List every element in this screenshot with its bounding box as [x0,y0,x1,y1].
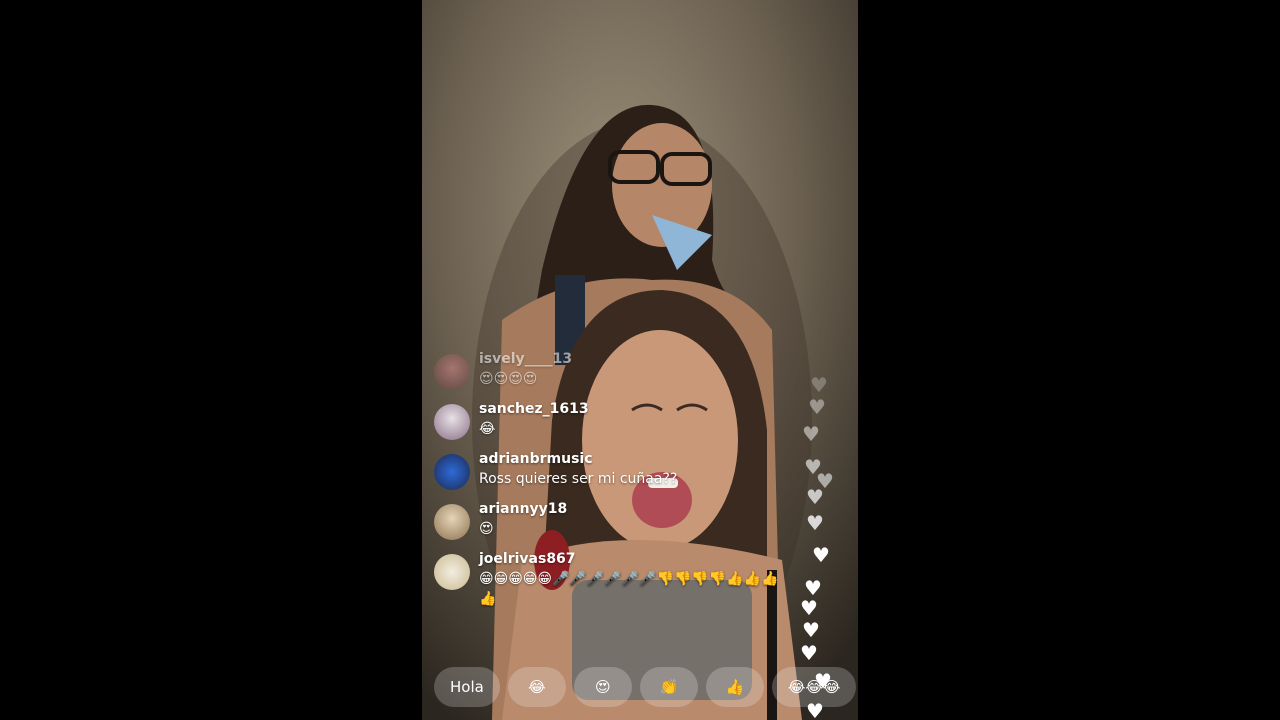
heart-icon: ♥ [804,576,822,600]
heart-icon: ♥ [806,511,824,535]
heart-icon: ♥ [806,485,824,509]
quick-reply-thumbs-up[interactable]: 👍 [705,667,764,707]
quick-reply-laugh-triple[interactable]: 😂😂😂 [771,667,857,707]
quick-reply-heart-eyes[interactable]: 😍 [573,667,632,707]
comment-item: adrianbrmusic Ross quieres ser mi cuñaa?… [434,450,794,490]
heart-icon: ♥ [810,373,828,397]
comment-item: isvely____13 😍😍😍😍 [434,350,794,390]
comment-username[interactable]: isvely____13 [479,350,794,369]
comment-item: ariannyy18 😍 [434,500,794,540]
comment-message: 😁😁😁😁😁🎤🎤🎤🎤🎤🎤👎👎👎👎👍👍👍👍 [479,571,779,607]
comment-username[interactable]: ariannyy18 [479,500,794,519]
quick-reply-laugh[interactable]: 😂 [507,667,566,707]
heart-icon: ♥ [802,618,820,642]
live-stream-view: isvely____13 😍😍😍😍 sanchez_1613 😂 adrianb… [422,0,858,720]
comment-message: Ross quieres ser mi cuñaa?? [479,471,678,487]
comment-message: 😍 [479,521,494,537]
avatar[interactable] [434,404,470,440]
heart-icon: ♥ [800,596,818,620]
avatar[interactable] [434,454,470,490]
comments-feed: isvely____13 😍😍😍😍 sanchez_1613 😂 adrianb… [434,350,794,619]
comment-message: 😍😍😍😍 [479,371,538,387]
quick-reply-clap[interactable]: 👏 [639,667,698,707]
avatar[interactable] [434,554,470,590]
quick-reply-hola[interactable]: Hola [434,667,500,707]
comment-message: 😂 [479,421,496,437]
heart-icon: ♥ [802,422,820,446]
quick-replies-bar: Hola 😂 😍 👏 👍 😂😂😂 [434,667,858,707]
heart-icon: ♥ [812,543,830,567]
avatar[interactable] [434,504,470,540]
heart-icon: ♥ [808,395,826,419]
comment-username[interactable]: joelrivas867 [479,550,794,569]
comment-username[interactable]: adrianbrmusic [479,450,794,469]
comment-item: joelrivas867 😁😁😁😁😁🎤🎤🎤🎤🎤🎤👎👎👎👎👍👍👍👍 [434,550,794,609]
heart-icon: ♥ [800,641,818,665]
avatar[interactable] [434,354,470,390]
comment-username[interactable]: sanchez_1613 [479,400,794,419]
comment-item: sanchez_1613 😂 [434,400,794,440]
